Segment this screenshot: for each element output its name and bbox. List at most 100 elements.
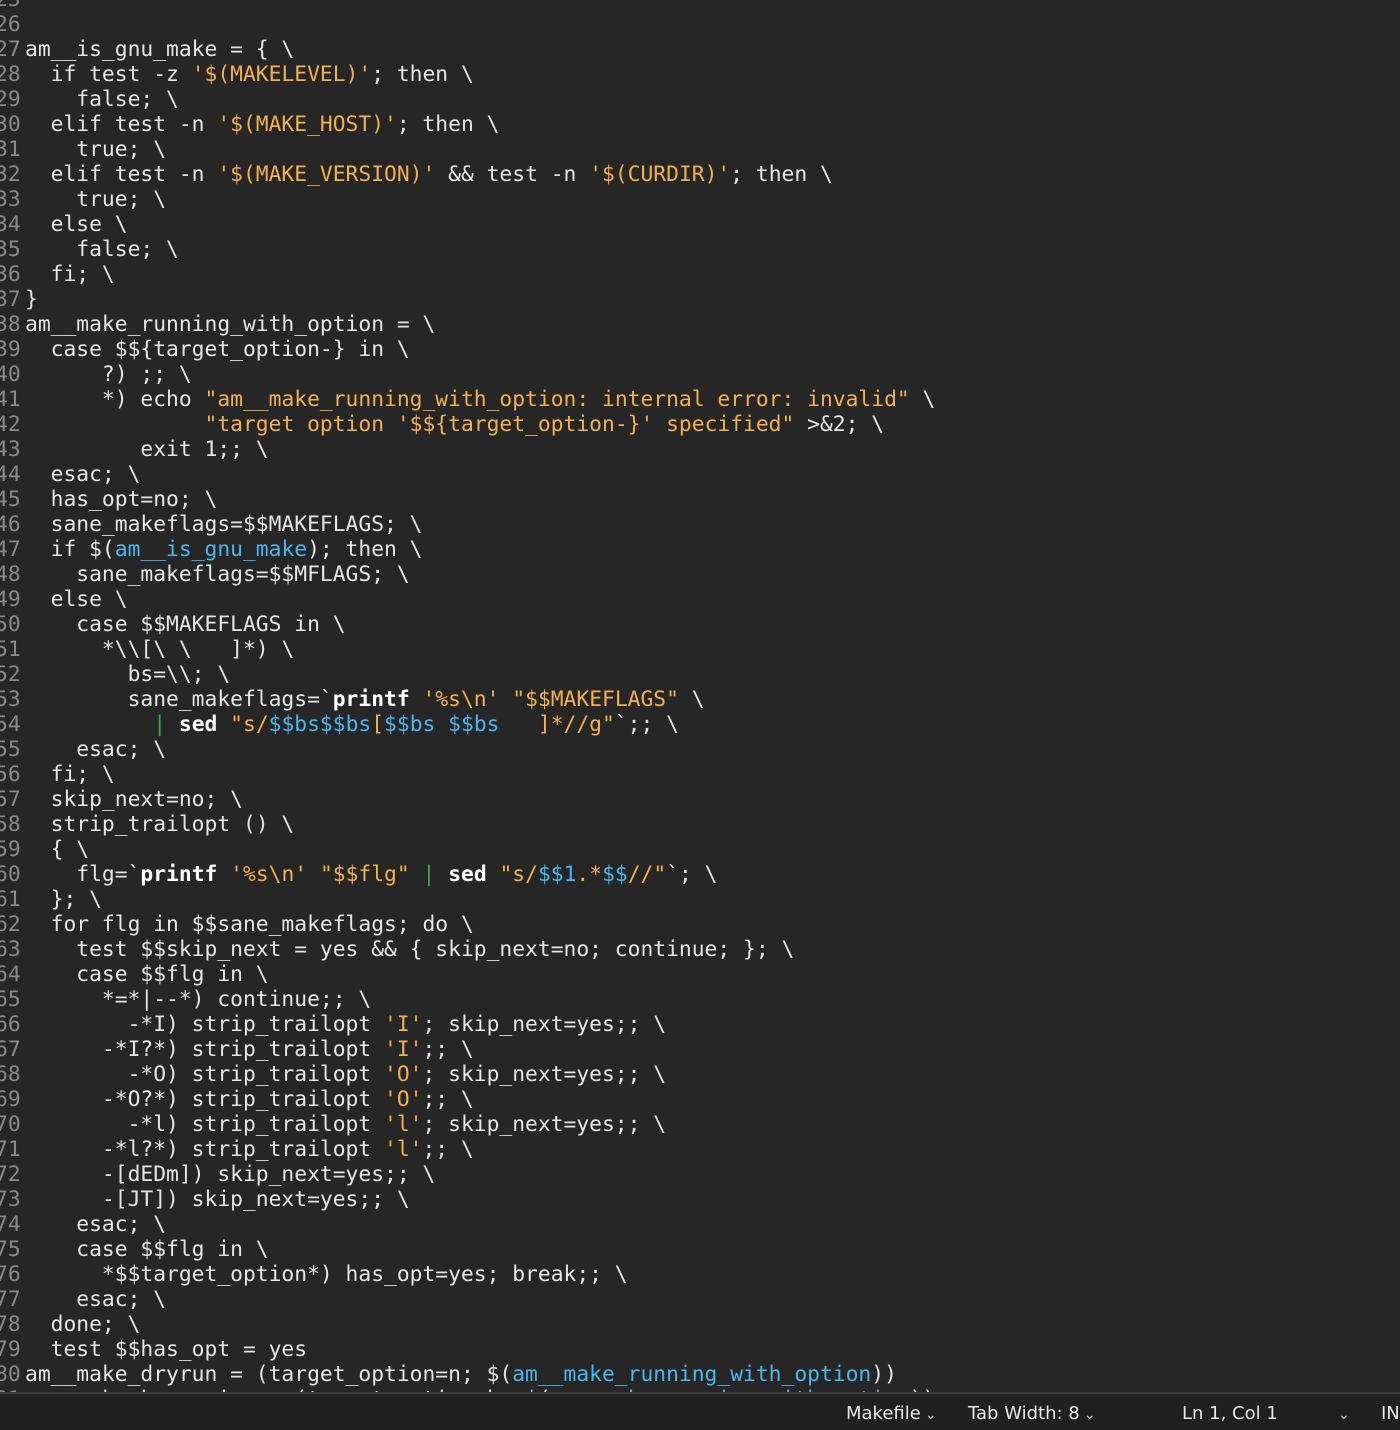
- code-text: *=*|--*) continue;; \: [25, 987, 372, 1012]
- chevron-down-icon: ⌄: [1338, 1407, 1350, 1423]
- line-number: 52: [0, 662, 21, 687]
- line-number: 73: [0, 1187, 21, 1212]
- code-text: -*I?*) strip_trailopt 'I';; \: [25, 1037, 474, 1062]
- line-number: 66: [0, 1012, 21, 1037]
- chevron-down-icon: ⌄: [1083, 1407, 1096, 1423]
- line-number: 36: [0, 262, 21, 287]
- line-number: 38: [0, 312, 21, 337]
- code-text: *\\[\ \ ]*) \: [25, 637, 295, 662]
- code-text: -*I) strip_trailopt 'I'; skip_next=yes;;…: [25, 1012, 667, 1037]
- code-text: else \: [25, 212, 128, 237]
- code-text: sane_makeflags=$$MFLAGS; \: [25, 562, 410, 587]
- code-text: -*l) strip_trailopt 'l'; skip_next=yes;;…: [25, 1112, 667, 1137]
- code-text: exit 1;; \: [25, 437, 269, 462]
- code-text: sane_makeflags=`printf '%s\n' "$$MAKEFLA…: [25, 687, 705, 712]
- line-number: 33: [0, 187, 21, 212]
- code-text: if $(am__is_gnu_make); then \: [25, 537, 423, 562]
- line-number: 58: [0, 812, 21, 837]
- tab-width-selector[interactable]: Tab Width: 8 ⌄: [968, 1403, 1095, 1424]
- insert-mode-indicator[interactable]: INS: [1381, 1403, 1400, 1424]
- code-text: case $$MAKEFLAGS in \: [25, 612, 346, 637]
- code-text: am__is_gnu_make = { \: [25, 37, 295, 62]
- code-text: has_opt=no; \: [25, 487, 218, 512]
- code-text: case $$flg in \: [25, 962, 269, 987]
- line-number: 80: [0, 1362, 21, 1387]
- line-number: 67: [0, 1037, 21, 1062]
- code-text: esac; \: [25, 1212, 167, 1237]
- line-number: 68: [0, 1062, 21, 1087]
- line-number: 41: [0, 387, 21, 412]
- line-number: 44: [0, 462, 21, 487]
- chevron-down-icon: ⌄: [924, 1407, 937, 1423]
- line-number: 54: [0, 712, 21, 737]
- code-text: else \: [25, 587, 128, 612]
- code-text: false; \: [25, 237, 179, 262]
- line-number: 60: [0, 862, 21, 887]
- code-text: { \: [25, 837, 90, 862]
- line-number: 61: [0, 887, 21, 912]
- line-number: 45: [0, 487, 21, 512]
- code-editor[interactable]: 252627am__is_gnu_make = { \28 if test -z…: [0, 0, 1400, 1392]
- language-selector[interactable]: Makefile ⌄: [846, 1403, 937, 1424]
- code-text: -[JT]) skip_next=yes;; \: [25, 1187, 410, 1212]
- code-text: done; \: [25, 1312, 141, 1337]
- code-text: case $${target_option-} in \: [25, 337, 410, 362]
- code-text: case $$flg in \: [25, 1237, 269, 1262]
- code-text: am__make_running_with_option = \: [25, 312, 436, 337]
- line-number: 69: [0, 1087, 21, 1112]
- line-number: 46: [0, 512, 21, 537]
- code-text: -[dEDm]) skip_next=yes;; \: [25, 1162, 436, 1187]
- code-text: esac; \: [25, 462, 141, 487]
- line-number: 71: [0, 1137, 21, 1162]
- line-number: 65: [0, 987, 21, 1012]
- insert-mode-label: INS: [1381, 1403, 1400, 1424]
- code-text: fi; \: [25, 762, 115, 787]
- line-number: 37: [0, 287, 21, 312]
- tab-width-label: Tab Width: 8: [968, 1403, 1080, 1424]
- line-number: 76: [0, 1262, 21, 1287]
- line-number: 35: [0, 237, 21, 262]
- code-text: -*O?*) strip_trailopt 'O';; \: [25, 1087, 474, 1112]
- code-text: *) echo "am__make_running_with_option: i…: [25, 387, 936, 412]
- line-number: 50: [0, 612, 21, 637]
- line-number: 57: [0, 787, 21, 812]
- cursor-position[interactable]: Ln 1, Col 1: [1182, 1403, 1278, 1424]
- line-number: 49: [0, 587, 21, 612]
- code-text: | sed "s/$$bs$$bs[$$bs $$bs ]*//g"`;; \: [153, 712, 679, 737]
- code-text: -*l?*) strip_trailopt 'l';; \: [25, 1137, 474, 1162]
- line-number: 70: [0, 1112, 21, 1137]
- line-number: 59: [0, 837, 21, 862]
- line-number: 72: [0, 1162, 21, 1187]
- code-text: ?) ;; \: [25, 362, 192, 387]
- line-number: 34: [0, 212, 21, 237]
- line-number: 51: [0, 637, 21, 662]
- code-text: }; \: [25, 887, 102, 912]
- line-number: 25: [0, 0, 21, 12]
- code-text: skip_next=no; \: [25, 787, 243, 812]
- code-text: "target option '$${target_option-}' spec…: [204, 412, 885, 437]
- line-number: 74: [0, 1212, 21, 1237]
- code-text: true; \: [25, 137, 167, 162]
- language-label: Makefile: [846, 1403, 921, 1424]
- line-number: 77: [0, 1287, 21, 1312]
- line-number: 28: [0, 62, 21, 87]
- line-number: 42: [0, 412, 21, 437]
- line-number: 63: [0, 937, 21, 962]
- line-number: 78: [0, 1312, 21, 1337]
- code-text: test $$skip_next = yes && { skip_next=no…: [25, 937, 795, 962]
- code-text: false; \: [25, 87, 179, 112]
- line-number: 64: [0, 962, 21, 987]
- code-text: true; \: [25, 187, 167, 212]
- code-text: if test -z '$(MAKELEVEL)'; then \: [25, 62, 474, 87]
- line-number: 29: [0, 87, 21, 112]
- code-text: flg=`printf '%s\n' "$$flg" | sed "s/$$1.…: [25, 862, 718, 887]
- position-menu[interactable]: ⌄: [1334, 1403, 1350, 1424]
- line-number: 56: [0, 762, 21, 787]
- code-text: }: [25, 287, 38, 312]
- code-text: bs=\\; \: [25, 662, 231, 687]
- line-number: 27: [0, 37, 21, 62]
- line-number: 48: [0, 562, 21, 587]
- code-text: elif test -n '$(MAKE_HOST)'; then \: [25, 112, 500, 137]
- code-text: elif test -n '$(MAKE_VERSION)' && test -…: [25, 162, 833, 187]
- line-number: 26: [0, 12, 21, 37]
